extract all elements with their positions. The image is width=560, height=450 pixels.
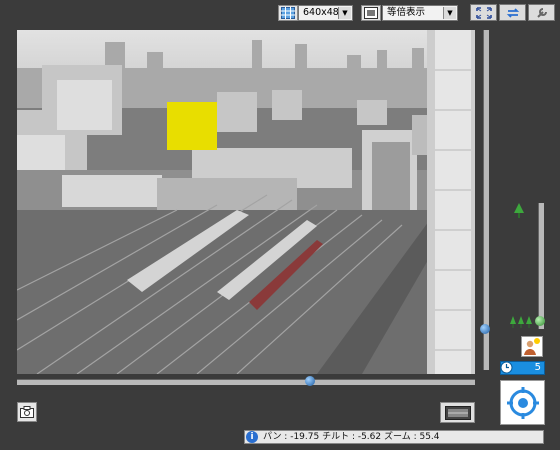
single-tree-icon: [514, 203, 524, 222]
privacy-mask: [167, 102, 217, 150]
status-bar: パン : -19.75 チルト : -5.62 ズーム : 55.4: [244, 430, 544, 444]
pan-slider-track[interactable]: [17, 379, 475, 385]
grid-icon[interactable]: [278, 5, 298, 21]
backlight-button[interactable]: [521, 336, 543, 357]
fullscreen-button[interactable]: [470, 4, 497, 21]
zoom-slider-track[interactable]: [538, 203, 544, 329]
chevron-down-icon: ▼: [443, 7, 456, 19]
snapshot-button[interactable]: [17, 402, 37, 422]
display-mode-value: 等倍表示: [387, 7, 426, 18]
camera-icon: [20, 406, 34, 418]
camera-view[interactable]: [17, 30, 475, 374]
swap-button[interactable]: [499, 4, 526, 21]
panel-button[interactable]: [440, 402, 475, 423]
clock-icon: [500, 361, 513, 374]
three-trees-icon: [510, 314, 532, 333]
tilt-slider-track[interactable]: [483, 30, 489, 370]
display-mode-icon[interactable]: [361, 5, 381, 21]
ptz-status-text: パン : -19.75 チルト : -5.62 ズーム : 55.4: [263, 432, 440, 442]
swap-arrows-icon: [506, 7, 519, 18]
display-mode-select[interactable]: 等倍表示 ▼: [382, 5, 458, 21]
info-icon: i: [246, 431, 258, 443]
crosshair-icon: [506, 386, 539, 419]
chevron-down-icon: ▼: [338, 7, 351, 19]
expand-icon: [475, 6, 492, 19]
center-button[interactable]: [500, 380, 545, 425]
resolution-select[interactable]: 640x480 ▼: [298, 5, 353, 21]
panel-icon: [444, 405, 471, 420]
settings-button[interactable]: [528, 4, 555, 21]
backlight-icon: [524, 338, 540, 355]
wrench-icon: [536, 7, 547, 18]
